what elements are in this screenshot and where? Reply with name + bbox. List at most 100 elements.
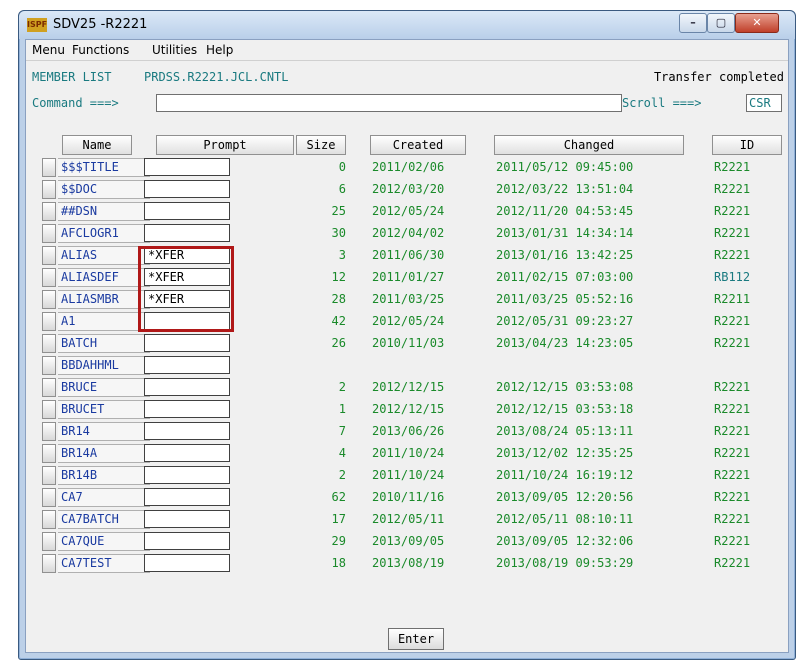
row-select-button[interactable] xyxy=(42,180,56,199)
changed-timestamp: 2012/05/31 09:23:27 xyxy=(496,314,634,328)
changed-timestamp: 2013/08/19 09:53:29 xyxy=(496,556,634,570)
prompt-input[interactable] xyxy=(144,422,230,440)
created-date: 2011/02/06 xyxy=(372,160,445,174)
row-select-button[interactable] xyxy=(42,246,56,265)
changed-timestamp: 2011/03/25 05:52:16 xyxy=(496,292,634,306)
row-select-button[interactable] xyxy=(42,422,56,441)
user-id: R2221 xyxy=(714,248,751,262)
member-name[interactable]: BBDAHHML xyxy=(58,356,150,375)
member-name[interactable]: BR14 xyxy=(58,422,150,441)
title-bar[interactable]: ISPF SDV25 -R2221 – ▢ ✕ xyxy=(19,11,795,39)
member-name[interactable]: ALIAS xyxy=(58,246,150,265)
prompt-input[interactable] xyxy=(144,510,230,528)
changed-timestamp: 2013/01/31 14:34:14 xyxy=(496,226,634,240)
member-name[interactable]: $$DOC xyxy=(58,180,150,199)
row-select-button[interactable] xyxy=(42,312,56,331)
row-select-button[interactable] xyxy=(42,224,56,243)
member-name[interactable]: BATCH xyxy=(58,334,150,353)
member-name[interactable]: ##DSN xyxy=(58,202,150,221)
column-header-name[interactable]: Name xyxy=(62,135,132,155)
member-name[interactable]: AFCLOGR1 xyxy=(58,224,150,243)
row-select-button[interactable] xyxy=(42,158,56,177)
prompt-input[interactable] xyxy=(144,180,230,198)
row-select-button[interactable] xyxy=(42,466,56,485)
created-date: 2010/11/16 xyxy=(372,490,445,504)
created-date: 2011/10/24 xyxy=(372,446,445,460)
prompt-input[interactable] xyxy=(144,224,230,242)
prompt-input[interactable] xyxy=(144,202,230,220)
menu-item-functions[interactable]: Functions xyxy=(72,43,129,57)
column-header-changed[interactable]: Changed xyxy=(494,135,684,155)
created-date: 2012/04/02 xyxy=(372,226,445,240)
user-id: R2221 xyxy=(714,336,751,350)
column-header-prompt[interactable]: Prompt xyxy=(156,135,294,155)
member-name[interactable]: CA7BATCH xyxy=(58,510,150,529)
member-name[interactable]: BRUCE xyxy=(58,378,150,397)
table-row: CA7TEST 18 2013/08/19 2013/08/19 09:53:29 R2… xyxy=(26,552,788,574)
row-select-button[interactable] xyxy=(42,356,56,375)
member-name[interactable]: BR14A xyxy=(58,444,150,463)
menu-item-utilities[interactable]: Utilities xyxy=(152,43,197,57)
enter-button[interactable]: Enter xyxy=(388,628,444,650)
ispf-app-icon: ISPF xyxy=(27,18,47,32)
row-select-button[interactable] xyxy=(42,510,56,529)
prompt-input[interactable] xyxy=(144,554,230,572)
maximize-button[interactable]: ▢ xyxy=(707,13,735,33)
close-icon: ✕ xyxy=(752,16,762,29)
prompt-input[interactable] xyxy=(144,488,230,506)
menu-item-help[interactable]: Help xyxy=(206,43,233,57)
row-select-button[interactable] xyxy=(42,400,56,419)
member-name[interactable]: BR14B xyxy=(58,466,150,485)
changed-timestamp: 2013/09/05 12:32:06 xyxy=(496,534,634,548)
row-select-button[interactable] xyxy=(42,290,56,309)
table-row: BRUCE 2 2012/12/15 2012/12/15 03:53:08 R2221 xyxy=(26,376,788,398)
prompt-input[interactable] xyxy=(144,400,230,418)
table-row: BATCH 26 2010/11/03 2013/04/23 14:23:05 R222… xyxy=(26,332,788,354)
row-select-button[interactable] xyxy=(42,444,56,463)
prompt-input[interactable] xyxy=(144,466,230,484)
table-row: $$DOC 6 2012/03/20 2012/03/22 13:51:04 R2221 xyxy=(26,178,788,200)
member-name[interactable]: CA7QUE xyxy=(58,532,150,551)
menu-item-menu[interactable]: Menu xyxy=(32,43,65,57)
column-header-size[interactable]: Size xyxy=(296,135,346,155)
size-value: 0 xyxy=(338,160,346,174)
command-input[interactable] xyxy=(156,94,622,112)
member-name[interactable]: CA7TEST xyxy=(58,554,150,573)
minimize-button[interactable]: – xyxy=(679,13,707,33)
prompt-input[interactable] xyxy=(144,532,230,550)
scroll-input[interactable]: CSR xyxy=(746,94,782,112)
column-header-id[interactable]: ID xyxy=(712,135,782,155)
created-date: 2011/01/27 xyxy=(372,270,445,284)
row-select-button[interactable] xyxy=(42,202,56,221)
row-select-button[interactable] xyxy=(42,532,56,551)
maximize-icon: ▢ xyxy=(715,16,727,29)
changed-timestamp: 2012/05/11 08:10:11 xyxy=(496,512,634,526)
row-select-button[interactable] xyxy=(42,488,56,507)
member-name[interactable]: ALIASMBR xyxy=(58,290,150,309)
prompt-input[interactable] xyxy=(144,158,230,176)
size-value: 3 xyxy=(338,248,346,262)
prompt-input[interactable] xyxy=(144,444,230,462)
table-row: BBDAHHML xyxy=(26,354,788,376)
member-name[interactable]: A1 xyxy=(58,312,150,331)
close-button[interactable]: ✕ xyxy=(735,13,779,33)
member-name[interactable]: BRUCET xyxy=(58,400,150,419)
panel-label: MEMBER LIST xyxy=(32,70,112,84)
row-select-button[interactable] xyxy=(42,378,56,397)
scroll-label: Scroll ===> xyxy=(622,96,702,110)
row-select-button[interactable] xyxy=(42,554,56,573)
member-name[interactable]: CA7 xyxy=(58,488,150,507)
member-name[interactable]: $$$TITLE xyxy=(58,158,150,177)
prompt-input[interactable] xyxy=(144,334,230,352)
created-date: 2013/09/05 xyxy=(372,534,445,548)
changed-timestamp: 2013/09/05 12:20:56 xyxy=(496,490,634,504)
prompt-input[interactable] xyxy=(144,378,230,396)
column-header-created[interactable]: Created xyxy=(370,135,466,155)
user-id: RB112 xyxy=(714,270,751,284)
row-select-button[interactable] xyxy=(42,268,56,287)
size-value: 4 xyxy=(338,446,346,460)
member-name[interactable]: ALIASDEF xyxy=(58,268,150,287)
prompt-input[interactable] xyxy=(144,356,230,374)
row-select-button[interactable] xyxy=(42,334,56,353)
size-value: 18 xyxy=(331,556,346,570)
